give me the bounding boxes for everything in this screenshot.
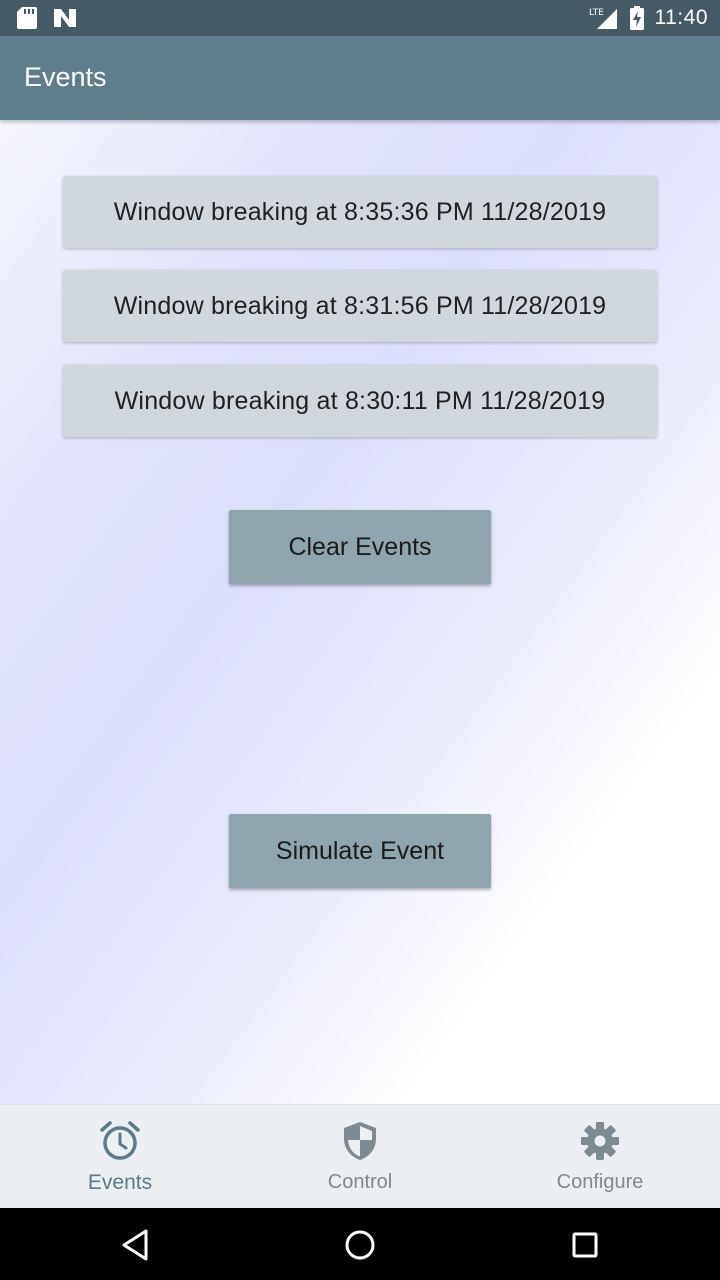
sd-card-icon xyxy=(17,7,37,29)
gear-icon xyxy=(581,1122,619,1160)
simulate-event-button[interactable]: Simulate Event xyxy=(229,814,491,888)
status-bar-left xyxy=(16,6,78,30)
app-bar: Events xyxy=(0,36,720,120)
event-item[interactable]: Window breaking at 8:30:11 PM 11/28/2019 xyxy=(63,365,657,437)
nav-item-configure[interactable]: Configure xyxy=(480,1105,720,1209)
event-item-text: Window breaking at 8:30:11 PM 11/28/2019 xyxy=(114,386,606,415)
status-bar: LTE 11:40 xyxy=(0,0,720,36)
event-item-text: Window breaking at 8:35:36 PM 11/28/2019 xyxy=(113,197,607,226)
network-label: LTE xyxy=(589,8,604,18)
lte-signal-icon: LTE xyxy=(589,8,617,29)
status-bar-right: LTE 11:40 xyxy=(589,5,709,31)
screen: LTE 11:40 Events Window breaking at 8:35… xyxy=(0,0,720,1280)
event-item-text: Window breaking at 8:31:56 PM 11/28/2019 xyxy=(113,291,607,320)
event-item[interactable]: Window breaking at 8:35:36 PM 11/28/2019 xyxy=(63,176,657,248)
recents-icon[interactable] xyxy=(565,1225,605,1265)
status-time: 11:40 xyxy=(654,6,708,29)
shield-icon xyxy=(344,1122,376,1160)
battery-charging-icon xyxy=(629,6,644,30)
nav-label-control: Control xyxy=(327,1171,393,1193)
back-icon[interactable] xyxy=(116,1225,156,1265)
clear-events-label: Clear Events xyxy=(288,532,432,561)
alarm-clock-icon xyxy=(100,1121,140,1160)
simulate-event-label: Simulate Event xyxy=(275,836,445,865)
events-content: Window breaking at 8:35:36 PM 11/28/2019… xyxy=(0,120,720,1104)
nav-label-configure: Configure xyxy=(556,1171,644,1193)
nav-item-events[interactable]: Events xyxy=(0,1105,240,1209)
home-icon[interactable] xyxy=(340,1225,380,1265)
page-title: Events xyxy=(24,62,107,92)
bottom-navigation: Events Control Configure xyxy=(0,1104,720,1209)
nav-label-events: Events xyxy=(87,1171,153,1194)
nav-item-control[interactable]: Control xyxy=(240,1105,480,1209)
n-notification-icon xyxy=(54,9,76,27)
clear-events-button[interactable]: Clear Events xyxy=(229,510,491,584)
event-item[interactable]: Window breaking at 8:31:56 PM 11/28/2019 xyxy=(63,270,657,342)
system-navigation-bar xyxy=(0,1208,720,1280)
